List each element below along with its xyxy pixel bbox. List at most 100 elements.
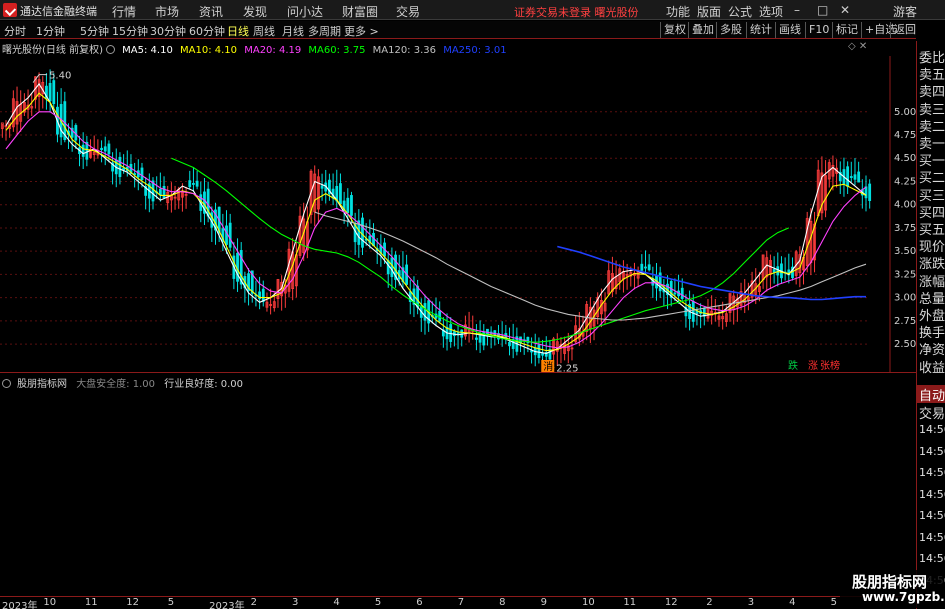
stock-title: 曙光股份(日线 前复权) <box>2 45 103 56</box>
menu-quotes[interactable]: 行情 <box>112 3 136 20</box>
menu-market[interactable]: 市场 <box>155 3 179 20</box>
candle-body <box>647 264 651 271</box>
watermark-url: www.7gpzb.com <box>862 590 945 604</box>
side-label: 买四 <box>919 205 945 221</box>
y-tick-label: 4.50 <box>894 153 916 164</box>
side-label: 卖三 <box>919 102 945 118</box>
low-label: 2.25 <box>556 363 578 372</box>
candle-body <box>261 288 265 302</box>
x-tick-label: 5 <box>167 597 175 608</box>
tick-time: 14:56 <box>919 552 945 565</box>
adjust-price-button[interactable]: 复权 <box>660 22 686 38</box>
side-label: 卖四 <box>919 85 945 101</box>
menu-options[interactable]: 选项 <box>759 3 783 20</box>
menu-news[interactable]: 资讯 <box>199 3 223 20</box>
high-label: 5.40 <box>49 71 71 82</box>
auto-button[interactable]: 自动 <box>917 385 945 404</box>
side-label: 买三 <box>919 188 945 204</box>
candle-body <box>386 260 390 275</box>
y-tick-label: 4.25 <box>894 176 916 187</box>
y-tick-label: 3.00 <box>894 293 916 304</box>
candle-body <box>849 176 853 178</box>
period-toolbar: 分时 1分钟 5分钟 15分钟 30分钟 60分钟 日线 周线 月线 多周期 更… <box>0 21 916 39</box>
statistics-button[interactable]: 统计 <box>746 22 772 38</box>
close-icon[interactable]: ✕ <box>840 3 850 17</box>
tick-time: 14:56 <box>919 466 945 479</box>
candle-body <box>772 269 776 273</box>
candle-body <box>390 257 394 278</box>
side-label: 外盘 <box>919 309 945 324</box>
maximize-icon[interactable]: □ <box>817 3 828 17</box>
news-badge: 消 <box>543 360 553 372</box>
tab-30min[interactable]: 30分钟 <box>150 23 186 39</box>
menu-formula[interactable]: 公式 <box>728 3 752 20</box>
candle-body <box>52 80 56 105</box>
settings-circle-icon[interactable] <box>105 45 115 54</box>
tab-weekly[interactable]: 周线 <box>253 23 275 39</box>
x-tick-label: 2023年 <box>2 601 38 609</box>
minimize-icon[interactable]: – <box>794 3 800 17</box>
candle-body <box>192 183 195 185</box>
watermark: 股朋指标网 www.7gpzb.com <box>840 570 945 608</box>
candle-body <box>541 353 544 356</box>
guest-login[interactable]: 游客 <box>893 3 917 20</box>
tab-15min[interactable]: 15分钟 <box>112 23 148 39</box>
y-tick-label: 2.75 <box>894 316 916 327</box>
candle-body <box>228 222 232 248</box>
tab-1min[interactable]: 1分钟 <box>36 23 65 39</box>
tab-more[interactable]: 更多 > <box>344 23 379 39</box>
mark-button[interactable]: 标记 <box>832 22 858 38</box>
tab-60min[interactable]: 60分钟 <box>189 23 225 39</box>
time-axis: 2023年 10 11 12 5 2023年 2 3 4 5 6 7 8 9 10 11 12 2 3 4 5 <box>0 596 916 609</box>
x-tick-label: 11 <box>84 597 98 608</box>
menu-trade[interactable]: 交易 <box>396 3 420 20</box>
menu-discover[interactable]: 发现 <box>243 3 267 20</box>
menu-layout[interactable]: 版面 <box>697 3 721 20</box>
x-tick-label: 8 <box>499 597 506 608</box>
tab-5min[interactable]: 5分钟 <box>80 23 109 39</box>
y-tick-label: 2.50 <box>894 339 916 350</box>
tab-monthly[interactable]: 月线 <box>282 23 304 39</box>
main-kline-chart[interactable]: 5.00 4.75 4.50 4.25 4.00 3.75 3.50 3.25 3.00 2.75… <box>0 56 916 372</box>
tick-time: 14:56 <box>919 509 945 522</box>
candle-body <box>438 310 442 322</box>
x-tick-label: 7 <box>457 597 465 608</box>
x-tick-label: 4 <box>333 597 340 608</box>
x-tick-label: 10 <box>582 597 595 608</box>
pane-divider[interactable] <box>0 372 916 373</box>
side-label: 收益 <box>919 360 945 376</box>
tab-daily[interactable]: 日线 <box>227 23 249 39</box>
back-button[interactable]: 返回 <box>890 22 916 38</box>
x-tick-label: 5 <box>830 597 837 608</box>
x-tick-label: 10 <box>43 597 57 608</box>
candle-body <box>475 337 478 340</box>
chart-window-icons[interactable]: ◇ ✕ <box>848 41 867 52</box>
side-label: 买一 <box>919 154 945 170</box>
sub-settings-circle-icon[interactable] <box>2 379 11 388</box>
tab-multi-period[interactable]: 多周期 <box>308 23 341 39</box>
tick-time: 14:56 <box>919 530 945 544</box>
f10-button[interactable]: F10 <box>805 22 829 38</box>
candle-body <box>644 266 647 269</box>
watermark-name: 股朋指标网 <box>852 573 928 591</box>
legend-ma10: MA10: 4.10 <box>180 45 238 56</box>
draw-line-button[interactable]: 画线 <box>775 22 801 38</box>
overlay-button[interactable]: 叠加 <box>688 22 714 38</box>
candle-body <box>776 266 780 276</box>
menu-functions[interactable]: 功能 <box>666 3 690 20</box>
y-tick-label: 5.00 <box>894 107 916 118</box>
candle-body <box>107 143 111 155</box>
menu-ask-xiaoda[interactable]: 问小达 <box>287 3 323 20</box>
trade-tab[interactable]: 交易 <box>919 403 945 422</box>
app-title: 通达信金融终端 <box>20 5 97 18</box>
multi-stock-button[interactable]: 多股 <box>716 22 742 38</box>
tab-intraday[interactable]: 分时 <box>4 23 26 39</box>
candle-body <box>673 292 677 295</box>
candle-body <box>195 180 199 187</box>
candle-body <box>188 180 192 188</box>
login-notice[interactable]: 证券交易未登录 曙光股份 <box>514 4 639 20</box>
menu-wealth-circle[interactable]: 财富圈 <box>342 3 378 20</box>
candle-body <box>350 195 353 216</box>
app-logo-icon <box>3 3 17 17</box>
menu-bar: 通达信金融终端 行情 市场 资讯 发现 问小达 财富圈 交易 证券交易未登录 曙… <box>0 0 945 20</box>
